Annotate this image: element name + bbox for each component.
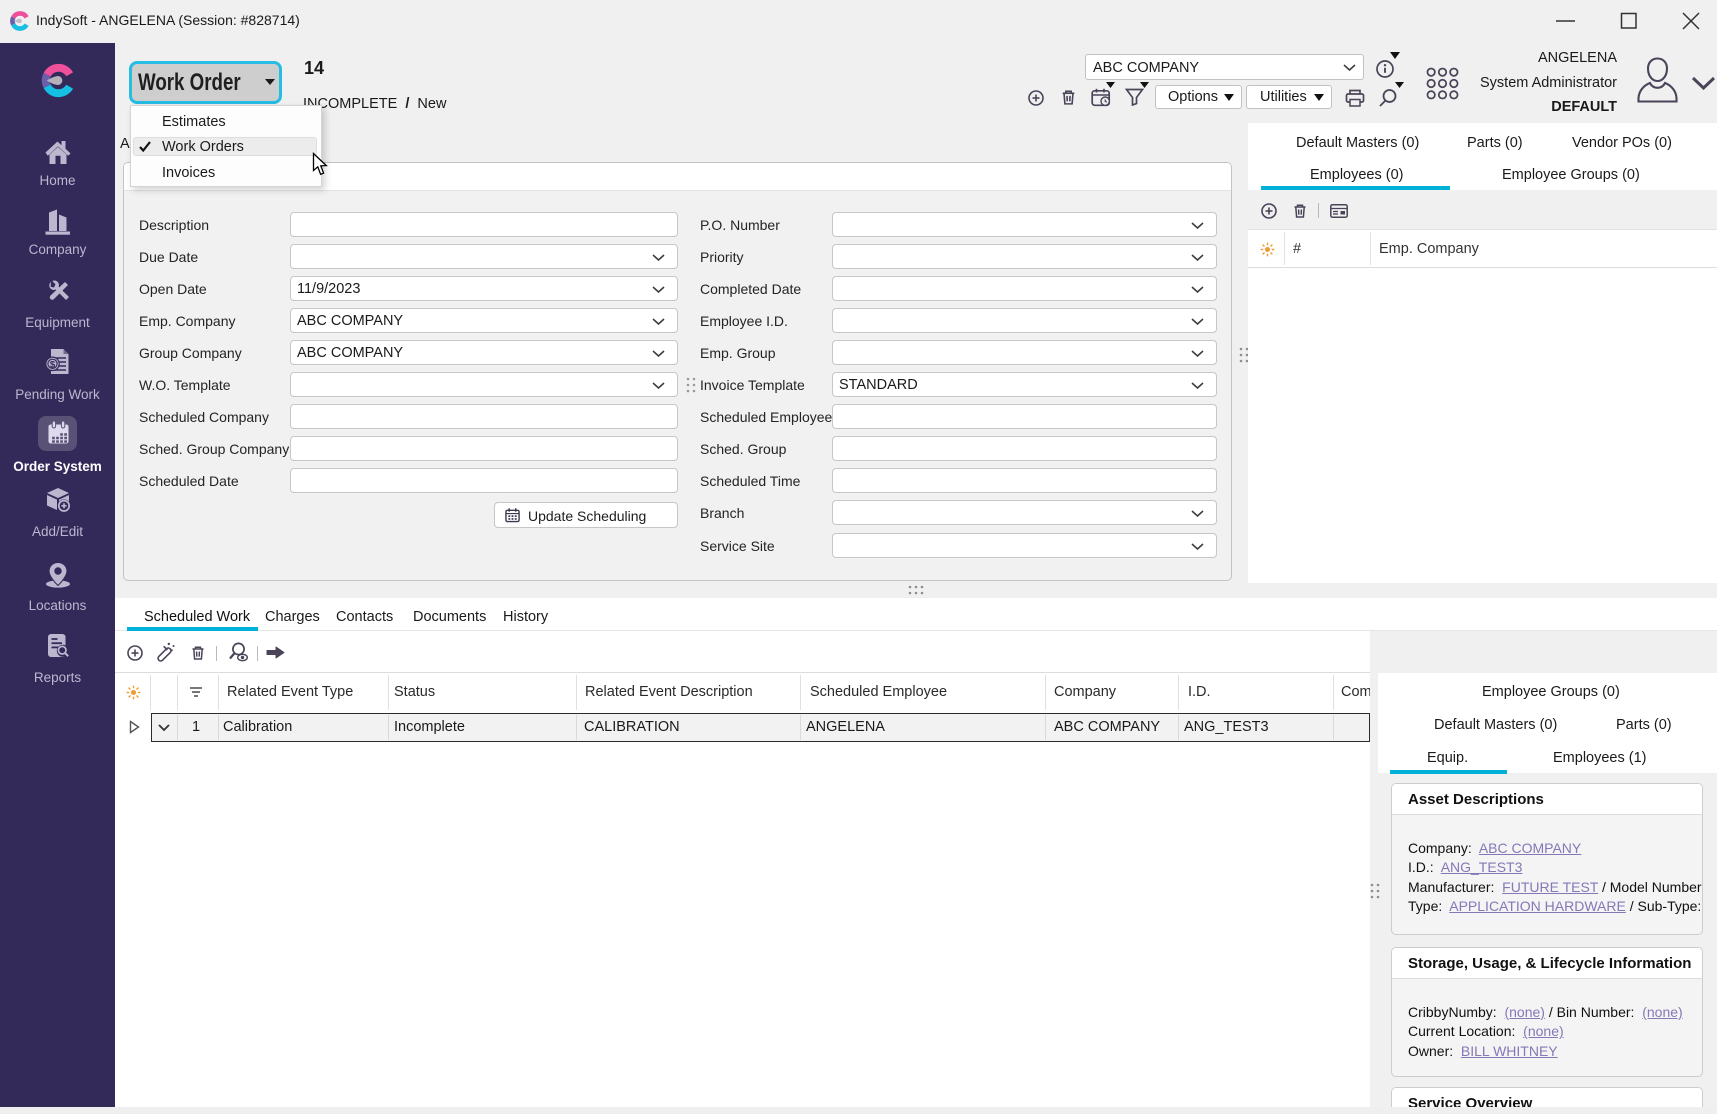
svg-text:$: $ [49, 360, 55, 371]
